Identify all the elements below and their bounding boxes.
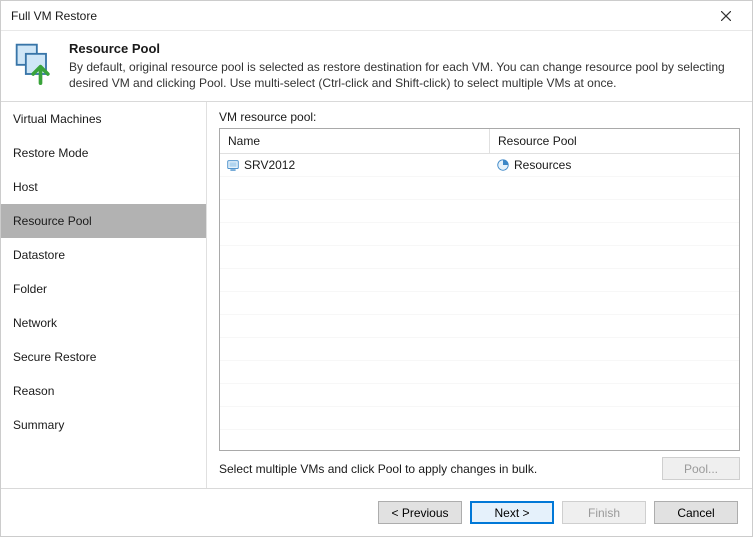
sidebar-item-secure-restore[interactable]: Secure Restore: [1, 340, 206, 374]
vm-icon: [226, 158, 240, 172]
sidebar-item-resource-pool[interactable]: Resource Pool: [1, 204, 206, 238]
cancel-button[interactable]: Cancel: [654, 501, 738, 524]
grid-header: Name Resource Pool: [220, 129, 739, 154]
sidebar-item-datastore[interactable]: Datastore: [1, 238, 206, 272]
vm-resource-pool-grid[interactable]: Name Resource Pool SRV2012: [219, 128, 740, 451]
grid-label: VM resource pool:: [219, 110, 740, 124]
wizard-footer: < Previous Next > Finish Cancel: [1, 488, 752, 536]
body: Virtual Machines Restore Mode Host Resou…: [1, 102, 752, 488]
main-panel: VM resource pool: Name Resource Pool SRV…: [207, 102, 752, 488]
sidebar-item-restore-mode[interactable]: Restore Mode: [1, 136, 206, 170]
resource-pool-row-icon: [496, 158, 510, 172]
vm-name: SRV2012: [244, 158, 295, 172]
hint-row: Select multiple VMs and click Pool to ap…: [219, 451, 740, 480]
sidebar-item-summary[interactable]: Summary: [1, 408, 206, 442]
window-title: Full VM Restore: [11, 9, 706, 23]
sidebar-item-network[interactable]: Network: [1, 306, 206, 340]
sidebar-item-reason[interactable]: Reason: [1, 374, 206, 408]
next-button[interactable]: Next >: [470, 501, 554, 524]
grid-body[interactable]: SRV2012 Resources: [220, 154, 739, 450]
sidebar-item-host[interactable]: Host: [1, 170, 206, 204]
column-header-resource-pool[interactable]: Resource Pool: [490, 129, 739, 153]
page-header: Resource Pool By default, original resou…: [1, 31, 752, 102]
column-header-name[interactable]: Name: [220, 129, 490, 153]
resource-pool-icon: [13, 41, 57, 85]
pool-button: Pool...: [662, 457, 740, 480]
close-button[interactable]: [706, 2, 746, 30]
sidebar-item-virtual-machines[interactable]: Virtual Machines: [1, 102, 206, 136]
page-description: By default, original resource pool is se…: [69, 59, 738, 91]
finish-button: Finish: [562, 501, 646, 524]
sidebar-item-folder[interactable]: Folder: [1, 272, 206, 306]
wizard-steps-sidebar: Virtual Machines Restore Mode Host Resou…: [1, 102, 207, 488]
bulk-hint: Select multiple VMs and click Pool to ap…: [219, 462, 654, 476]
table-row[interactable]: SRV2012 Resources: [220, 154, 739, 176]
resource-pool-name: Resources: [514, 158, 571, 172]
previous-button[interactable]: < Previous: [378, 501, 462, 524]
page-heading: Resource Pool: [69, 41, 738, 56]
titlebar: Full VM Restore: [1, 1, 752, 31]
close-icon: [721, 11, 731, 21]
